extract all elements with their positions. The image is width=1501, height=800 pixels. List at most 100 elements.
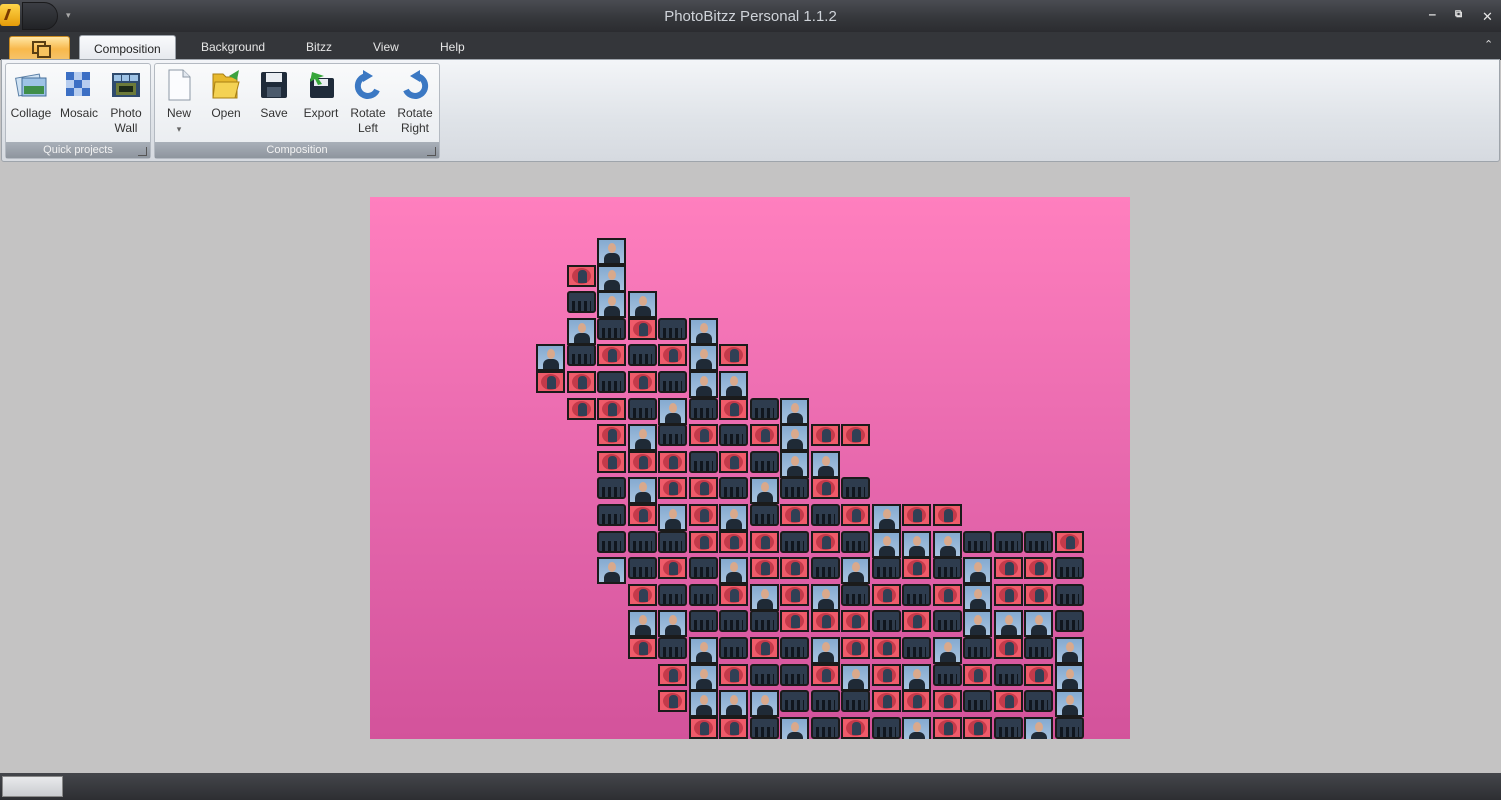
photo-tile[interactable]	[597, 344, 626, 367]
photo-tile[interactable]	[1024, 637, 1053, 659]
photo-tile[interactable]	[566, 397, 596, 420]
photo-tile[interactable]	[1054, 637, 1084, 664]
photo-tile[interactable]	[841, 477, 870, 500]
photo-tile[interactable]	[902, 530, 931, 558]
photo-tile[interactable]	[627, 317, 657, 340]
photo-tile[interactable]	[688, 610, 718, 633]
photo-tile[interactable]	[1054, 583, 1084, 606]
photo-tile[interactable]	[871, 530, 901, 558]
photo-tile[interactable]	[780, 716, 809, 739]
photo-tile[interactable]	[749, 610, 779, 633]
photo-tile[interactable]	[688, 371, 718, 398]
photo-tile[interactable]	[810, 557, 840, 580]
quick-projects-dialog-launcher-icon[interactable]	[138, 147, 147, 156]
tab-background[interactable]: Background	[201, 40, 265, 54]
photo-tile[interactable]	[658, 663, 687, 686]
photo-tile[interactable]	[688, 397, 718, 420]
photo-tile[interactable]	[963, 610, 992, 638]
photo-tile[interactable]	[719, 477, 748, 500]
photo-tile[interactable]	[871, 690, 901, 713]
photo-tile[interactable]	[688, 690, 718, 718]
photo-tile[interactable]	[993, 557, 1023, 580]
photo-tile[interactable]	[871, 637, 901, 659]
photo-tile[interactable]	[963, 637, 992, 659]
photo-tile[interactable]	[749, 583, 779, 611]
photo-tile[interactable]	[719, 583, 748, 606]
photo-tile[interactable]	[810, 530, 840, 553]
photo-tile[interactable]	[993, 583, 1023, 606]
photo-tile[interactable]	[597, 504, 626, 526]
photo-tile[interactable]	[780, 583, 809, 606]
photo-tile[interactable]	[719, 504, 748, 531]
photo-tile[interactable]	[597, 557, 626, 585]
application-menu-button[interactable]	[9, 36, 70, 60]
restore-button[interactable]: ⧉	[1455, 9, 1462, 20]
photo-tile[interactable]	[566, 344, 596, 367]
photo-tile[interactable]	[902, 716, 931, 739]
photo-tile[interactable]	[627, 557, 657, 580]
photo-tile[interactable]	[597, 424, 626, 447]
collage-button[interactable]: Collage	[10, 68, 52, 121]
photo-tile[interactable]	[719, 716, 748, 739]
photo-tile[interactable]	[780, 663, 809, 686]
photo-tile[interactable]	[688, 583, 718, 606]
photo-tile[interactable]	[658, 610, 687, 638]
photo-tile[interactable]	[810, 477, 840, 500]
photo-tile[interactable]	[932, 637, 962, 664]
photo-tile[interactable]	[688, 663, 718, 691]
photo-tile[interactable]	[658, 583, 687, 606]
photo-tile[interactable]	[597, 450, 626, 473]
photo-tile[interactable]	[688, 477, 718, 500]
photo-tile[interactable]	[566, 291, 596, 314]
photo-tile[interactable]	[963, 583, 992, 611]
photo-tile[interactable]	[749, 477, 779, 505]
photo-tile[interactable]	[749, 637, 779, 659]
photo-tile[interactable]	[902, 504, 931, 526]
photo-tile[interactable]	[780, 397, 809, 425]
photo-tile[interactable]	[841, 583, 870, 606]
tab-view[interactable]: View	[373, 40, 399, 54]
photo-tile[interactable]	[688, 450, 718, 473]
photo-tile[interactable]	[902, 690, 931, 713]
photo-tile[interactable]	[1024, 557, 1053, 580]
photo-tile[interactable]	[597, 530, 626, 553]
photo-tile[interactable]	[780, 637, 809, 659]
photo-tile[interactable]	[658, 477, 687, 500]
photo-tile[interactable]	[749, 424, 779, 447]
photo-tile[interactable]	[719, 530, 748, 553]
photo-tile[interactable]	[902, 583, 931, 606]
photo-tile[interactable]	[658, 397, 687, 425]
photo-tile[interactable]	[566, 371, 596, 393]
photo-tile[interactable]	[963, 716, 992, 739]
photo-tile[interactable]	[688, 344, 718, 372]
photo-tile[interactable]	[993, 637, 1023, 659]
photo-tile[interactable]	[902, 610, 931, 633]
photo-tile[interactable]	[780, 610, 809, 633]
photo-tile[interactable]	[902, 557, 931, 580]
rotate-right-button[interactable]: Rotate Right	[393, 68, 437, 136]
photo-tile[interactable]	[810, 610, 840, 633]
photo-tile[interactable]	[627, 477, 657, 505]
open-button[interactable]: Open	[205, 68, 247, 121]
photo-tile[interactable]	[871, 583, 901, 606]
photo-tile[interactable]	[871, 504, 901, 531]
photo-tile[interactable]	[597, 317, 626, 340]
photo-tile[interactable]	[1024, 716, 1053, 739]
photo-tile[interactable]	[719, 371, 748, 398]
photo-tile[interactable]	[810, 583, 840, 611]
photo-tile[interactable]	[658, 450, 687, 473]
photo-tile[interactable]	[841, 716, 870, 739]
photo-tile[interactable]	[749, 530, 779, 553]
photo-tile[interactable]	[566, 264, 596, 287]
photo-tile[interactable]	[810, 716, 840, 739]
photo-tile[interactable]	[1024, 663, 1053, 686]
photo-tile[interactable]	[841, 557, 870, 585]
photo-tile[interactable]	[780, 450, 809, 478]
photo-tile[interactable]	[749, 450, 779, 473]
photo-tile[interactable]	[932, 716, 962, 739]
photo-tile[interactable]	[993, 716, 1023, 739]
mosaic-button[interactable]: Mosaic	[57, 68, 101, 121]
photo-tile[interactable]	[993, 610, 1023, 638]
photo-tile[interactable]	[536, 371, 565, 393]
photo-tile[interactable]	[566, 317, 596, 345]
